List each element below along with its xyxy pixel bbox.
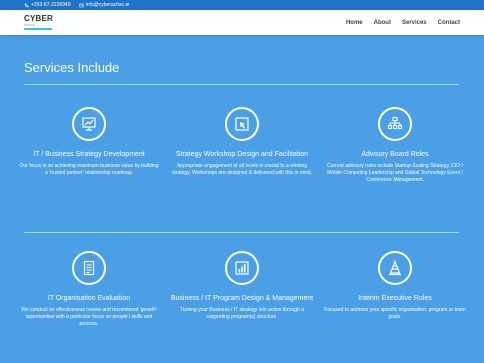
service-card-strategy: IT / Business Strategy Development Our f… xyxy=(14,107,164,177)
nav-link-services[interactable]: Services xyxy=(402,20,427,26)
service-description: We conduct an effectiveness review and r… xyxy=(21,307,157,327)
icon-circle xyxy=(378,251,412,285)
divider-top xyxy=(24,84,459,85)
service-card-evaluation: IT Organisation Evaluation We conduct an… xyxy=(14,251,164,328)
service-card-interim: Interim Executive Roles Focused to addre… xyxy=(320,251,470,321)
document-icon xyxy=(83,260,95,276)
traffic-cone-icon xyxy=(389,260,401,276)
envelope-icon xyxy=(78,3,84,7)
section-title: Services Include xyxy=(24,60,120,75)
icon-circle xyxy=(225,251,259,285)
service-description: Our focus is on achieving maximum busine… xyxy=(19,163,159,176)
service-description: Turning your Business / IT strategy into… xyxy=(180,307,304,320)
service-card-advisory: Advisory Board Roles Current advisory ro… xyxy=(320,107,470,184)
service-description: Current advisory roles include Startup-S… xyxy=(327,163,463,183)
site-logo[interactable]: CYBER ACTIVE xyxy=(24,15,53,30)
logo-tagline: ACTIVE xyxy=(24,23,35,27)
service-title: IT / Business Strategy Development xyxy=(33,151,145,158)
primary-nav: Home About Services Contact xyxy=(346,20,460,26)
icon-circle xyxy=(72,107,106,141)
icon-circle xyxy=(72,251,106,285)
icon-circle xyxy=(378,107,412,141)
nav-link-contact[interactable]: Contact xyxy=(438,20,460,26)
service-description: Focused to address your specific organis… xyxy=(324,307,466,320)
icon-circle xyxy=(225,107,259,141)
service-title: Business / IT Program Design & Managemen… xyxy=(170,295,314,302)
logo-underline xyxy=(24,28,52,30)
service-title: IT Organisation Evaluation xyxy=(47,295,131,302)
divider-middle xyxy=(24,232,459,233)
org-chart-icon xyxy=(387,116,403,130)
phone-icon xyxy=(24,3,29,7)
phone-contact[interactable]: +353-87-2236949 xyxy=(24,2,71,8)
presentation-chart-icon xyxy=(82,117,96,131)
nav-link-about[interactable]: About xyxy=(374,20,391,26)
pointer-cursor-icon xyxy=(235,117,249,131)
service-card-workshop: Strategy Workshop Design and Facilitatio… xyxy=(167,107,317,177)
top-contact-bar: +353-87-2236949 info@cyberactive.ie xyxy=(0,0,484,10)
bar-chart-icon xyxy=(235,261,249,275)
service-title: Interim Executive Roles xyxy=(358,295,432,302)
service-card-program: Business / IT Program Design & Managemen… xyxy=(167,251,317,321)
main-navbar: CYBER ACTIVE Home About Services Contact xyxy=(0,10,484,35)
service-description: Appropriate engagement at all levels is … xyxy=(171,163,313,176)
email-address: info@cyberactive.ie xyxy=(85,2,130,8)
service-title: Strategy Workshop Design and Facilitatio… xyxy=(175,151,309,158)
email-contact[interactable]: info@cyberactive.ie xyxy=(78,2,130,8)
phone-number: +353-87-2236949 xyxy=(31,2,71,8)
nav-link-home[interactable]: Home xyxy=(346,20,363,26)
logo-name: CYBER xyxy=(24,14,54,23)
service-title: Advisory Board Roles xyxy=(361,151,429,158)
